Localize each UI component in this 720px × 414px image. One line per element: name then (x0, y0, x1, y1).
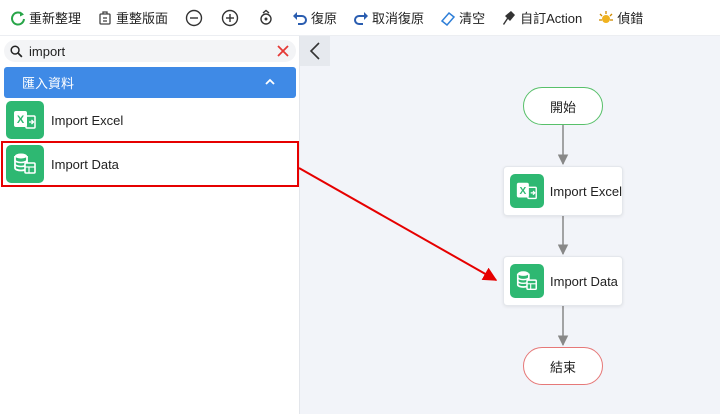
clear-label: 清空 (459, 11, 486, 26)
flow-canvas[interactable] (300, 36, 720, 414)
group-header-import-data[interactable]: 匯入資料 (4, 67, 296, 98)
zoom-out-icon (185, 9, 203, 26)
flow-node-import-data[interactable]: Import Data (503, 256, 623, 306)
sidebar-item-label: Import Excel (51, 112, 124, 128)
search-input[interactable] (23, 43, 269, 59)
debug-button[interactable]: 偵錯 (598, 0, 643, 36)
undo-label: 復原 (311, 11, 338, 26)
redo-label: 取消復原 (372, 11, 425, 26)
zoom-in-button[interactable] (220, 8, 240, 28)
flow-node-label: Import Data (550, 273, 618, 289)
undo-icon (292, 10, 308, 26)
sidebar-panel: 匯入資料 X Import Excel Import Data (0, 36, 300, 414)
refresh-label: 重新整理 (29, 11, 82, 26)
eraser-icon (440, 10, 456, 26)
undo-button[interactable]: 復原 (292, 0, 337, 36)
search-box (4, 40, 296, 62)
search-icon (10, 44, 23, 57)
fit-view-button[interactable] (256, 8, 276, 28)
relayout-button[interactable]: 重整版面 (97, 0, 168, 36)
start-label: 開始 (549, 99, 576, 115)
chevron-left-icon (309, 42, 320, 60)
clear-search-button[interactable] (274, 42, 292, 60)
database-icon (510, 264, 544, 298)
chevron-up-icon (265, 78, 275, 85)
refresh-button[interactable]: 重新整理 (10, 0, 81, 36)
end-label: 結束 (549, 359, 576, 375)
flow-start-node[interactable]: 開始 (523, 87, 603, 125)
redo-button[interactable]: 取消復原 (353, 0, 424, 36)
svg-text:X: X (17, 114, 25, 126)
collapse-panel-button[interactable] (300, 36, 330, 66)
close-icon (277, 45, 289, 57)
relayout-label: 重整版面 (116, 11, 169, 26)
custom-action-label: 自訂Action (520, 11, 583, 26)
redo-icon (353, 10, 369, 26)
excel-icon: X (6, 101, 44, 139)
custom-action-button[interactable]: 自訂Action (501, 0, 582, 36)
group-label: 匯入資料 (22, 76, 75, 91)
clear-button[interactable]: 清空 (440, 0, 485, 36)
toolbar: 重新整理 重整版面 復原 取消復原 清空 自訂Action 偵錯 (0, 0, 720, 36)
zoom-out-button[interactable] (184, 8, 204, 28)
zoom-in-icon (221, 9, 239, 26)
excel-icon: X (510, 174, 544, 208)
svg-text:X: X (519, 186, 526, 197)
highlight-box (1, 141, 299, 187)
debug-icon (598, 10, 614, 26)
relayout-icon (97, 10, 113, 26)
flow-node-import-excel[interactable]: X Import Excel (503, 166, 623, 216)
fit-view-icon (260, 9, 272, 25)
flow-node-label: Import Excel (549, 183, 622, 199)
refresh-icon (10, 10, 26, 26)
flow-end-node[interactable]: 結束 (523, 347, 603, 385)
debug-label: 偵錯 (617, 11, 644, 26)
custom-action-icon (501, 10, 517, 26)
sidebar-item-import-excel[interactable]: X Import Excel (6, 100, 296, 140)
